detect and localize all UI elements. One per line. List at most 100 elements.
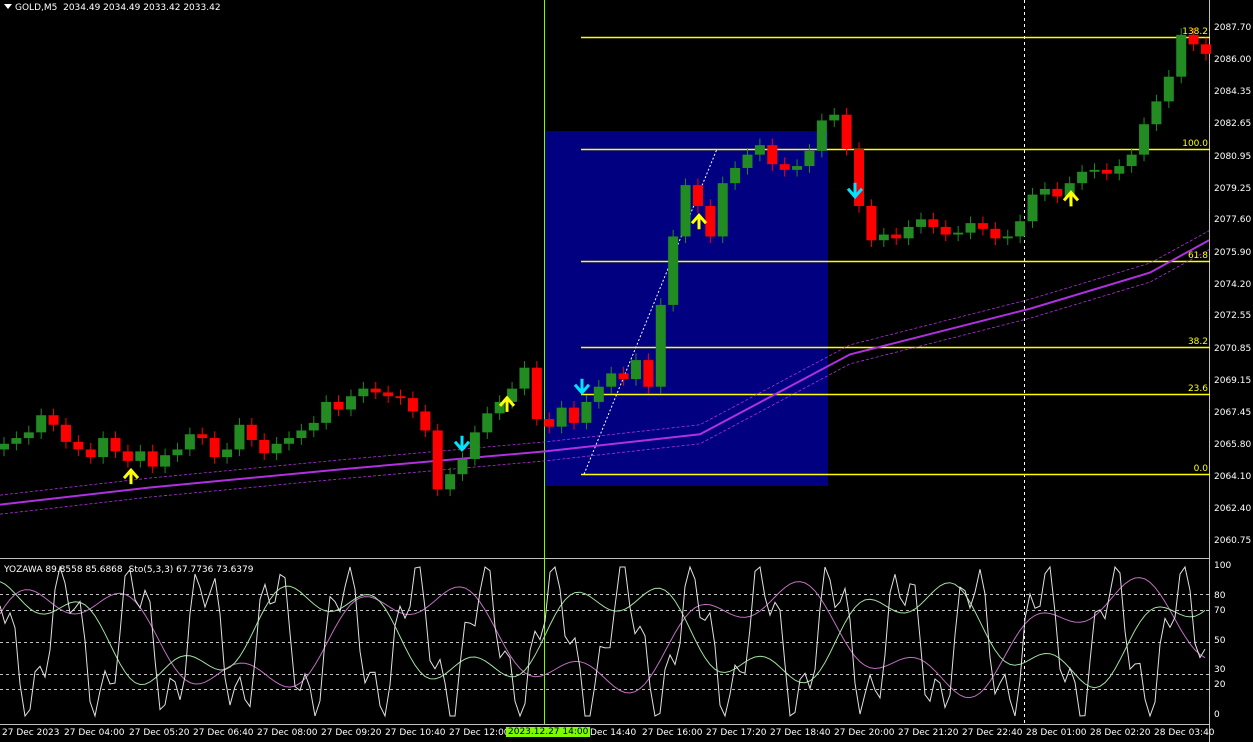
time-tick: 28 Dec 02:20 [1090,728,1151,738]
price-bar [816,120,827,151]
time-tick: 28 Dec 03:40 [1154,728,1215,738]
price-bar [680,185,691,237]
price-bar [730,167,741,184]
price-bar [1027,194,1038,222]
osc-tick: 0 [1214,710,1220,720]
price-bar [407,398,418,412]
ohlc-values: 2034.49 2034.49 2033.42 2033.42 [63,3,221,13]
price-bar [1039,188,1050,195]
price-bar [271,443,282,454]
price-bar [1015,221,1026,237]
indicator-header: YOZAWA 89.8558 85.6868 Sto(5,3,3) 67.7736… [4,565,259,575]
price-bar [0,443,9,450]
price-bar [618,373,629,380]
price-bar [85,449,96,458]
price-tick: 2087.70 [1214,23,1252,34]
price-tick: 2069.15 [1214,375,1252,386]
price-bar [60,424,71,442]
price-bar [370,388,381,393]
price-tick: 2084.35 [1214,86,1252,97]
time-tick: 27 Dec 20:00 [834,728,895,738]
price-bar [1101,169,1112,174]
price-bar [1151,101,1162,125]
time-tick: 27 Dec 06:40 [193,728,254,738]
time-tick: 28 Dec 01:00 [1026,728,1087,738]
price-bar [655,304,666,387]
fib-level-label: 23.6 [1187,383,1208,394]
price-bar [11,438,22,444]
price-bar [135,451,146,461]
price-bar [779,164,790,170]
price-tick: 2086.00 [1214,55,1252,66]
price-bar [1126,154,1137,167]
price-bar [184,434,195,450]
fib-level-label: 0.0 [1193,463,1208,474]
price-bar [990,228,1001,239]
price-bar [630,360,641,380]
price-bar [1139,124,1150,155]
fib-level-label: 138.2 [1182,26,1208,37]
price-bar [1052,188,1063,197]
price-bar [829,114,840,121]
price-bar [767,145,778,165]
time-tick: 27 Dec 12:00 [449,728,510,738]
arrow-down-icon [453,435,471,453]
osc-tick: 80 [1214,590,1226,601]
rectangle-object[interactable] [545,131,828,486]
price-bar [953,232,964,235]
osc-tick: 100 [1214,561,1232,571]
price-bar [903,226,914,239]
time-tick: 27 Dec 04:00 [64,728,125,738]
price-tick: 2067.45 [1214,408,1252,419]
price-bar [754,145,765,155]
price-bar [569,407,580,423]
price-tick: 2075.90 [1214,247,1252,258]
price-bar [692,185,703,207]
chart-canvas[interactable] [0,0,1253,742]
price-bar [878,234,889,241]
price-bar [321,401,332,423]
price-bar [804,150,815,167]
price-tick: 2074.20 [1214,279,1252,290]
price-bar [891,234,902,239]
price-bar [915,219,926,227]
price-bar [1201,44,1211,54]
time-tick: 27 Dec 18:40 [770,728,831,738]
price-tick: 2065.80 [1214,439,1252,450]
price-tick: 2080.95 [1214,151,1252,162]
price-bar [345,396,356,410]
time-tick: 27 Dec 10:40 [385,728,446,738]
price-bar [643,360,654,387]
price-bar [469,432,480,459]
price-bar [209,438,220,458]
price-bar [147,451,158,467]
chevron-down-icon[interactable] [4,4,12,9]
price-bar [977,223,988,229]
price-bar [457,458,468,475]
price-bar [531,367,542,420]
symbol-label: GOLD,M5 [15,3,58,13]
price-bar [432,430,443,490]
stochastic-values: Sto(5,3,3) 67.7736 73.6379 [128,565,254,575]
price-bar [284,438,295,444]
price-bar [593,386,604,402]
arrow-up-icon [122,467,140,485]
price-bar [98,438,109,458]
price-bar [519,367,530,389]
price-bar [73,441,84,450]
time-tick: 27 Dec 22:40 [962,728,1023,738]
price-tick: 2077.60 [1214,215,1252,226]
fib-level-label: 100.0 [1182,138,1208,149]
oscillator-levels [0,594,1210,690]
price-bar [445,474,456,490]
price-bar [792,166,803,170]
price-bar [717,183,728,237]
symbol-header[interactable]: GOLD,M5 2034.49 2034.49 2033.42 2033.42 [4,3,221,13]
price-bar [122,451,133,461]
price-bar [23,432,34,439]
indicator-name: YOZAWA 89.8558 85.6868 [4,565,123,575]
price-bar [668,236,679,305]
price-bar [48,415,59,425]
price-tick: 2060.75 [1214,535,1252,546]
fib-level-label: 61.8 [1187,250,1208,261]
